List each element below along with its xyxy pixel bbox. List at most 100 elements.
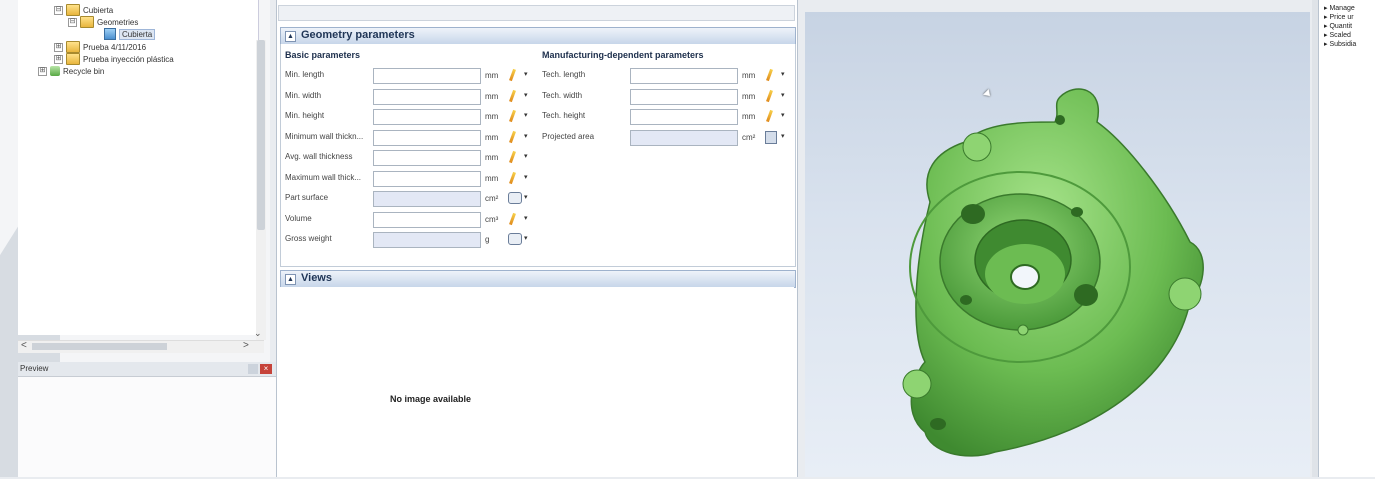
tree-item-label: Geometries bbox=[97, 17, 139, 27]
param-input[interactable] bbox=[373, 129, 481, 146]
tree-vertical-scroll-thumb[interactable] bbox=[257, 40, 265, 230]
edit-pen-icon[interactable] bbox=[508, 90, 517, 102]
part-icon bbox=[104, 28, 116, 40]
edit-pen-icon[interactable] bbox=[508, 69, 517, 81]
scroll-left-icon[interactable]: < bbox=[21, 340, 27, 351]
tree-item-geometries[interactable]: ⊟ Geometries bbox=[68, 16, 138, 28]
dropdown-arrow-icon[interactable]: ▾ bbox=[781, 70, 785, 78]
right-item-quantity[interactable]: ▸ Quantit bbox=[1324, 22, 1374, 30]
edit-pen-icon[interactable] bbox=[508, 131, 517, 143]
edit-pen-icon[interactable] bbox=[508, 110, 517, 122]
right-item-price[interactable]: ▸ Price ur bbox=[1324, 13, 1374, 21]
dropdown-arrow-icon[interactable]: ▾ bbox=[524, 234, 528, 242]
tree-item-recycle-bin[interactable]: ⊞ Recycle bin bbox=[38, 66, 104, 76]
folder-open-icon bbox=[80, 16, 94, 28]
no-image-text: No image available bbox=[390, 394, 472, 404]
dropdown-arrow-icon[interactable]: ▾ bbox=[524, 193, 528, 201]
unit-label: mm bbox=[485, 91, 499, 101]
dropdown-arrow-icon[interactable]: ▾ bbox=[524, 214, 528, 222]
unit-label: cm² bbox=[485, 194, 499, 203]
right-item-subsidiary[interactable]: ▸ Subsidia bbox=[1324, 40, 1374, 48]
right-item-scaled[interactable]: ▸ Scaled bbox=[1324, 31, 1374, 39]
edit-pen-icon[interactable] bbox=[765, 90, 774, 102]
folder-icon bbox=[66, 53, 80, 65]
param-label: Avg. wall thickness bbox=[285, 152, 353, 161]
calculate-icon[interactable] bbox=[508, 233, 522, 245]
collapse-icon[interactable]: ▲ bbox=[285, 31, 296, 42]
param-label: Tech. length bbox=[542, 70, 586, 79]
collapse-icon[interactable]: ⊟ bbox=[54, 5, 63, 15]
top-tab-strip bbox=[278, 5, 795, 21]
pin-icon[interactable] bbox=[248, 364, 258, 374]
calculate-icon[interactable] bbox=[508, 192, 522, 204]
tree-item-prueba-4-11[interactable]: ⊞ Prueba 4/11/2016 bbox=[54, 41, 146, 53]
scroll-down-icon[interactable]: ⌄ bbox=[254, 328, 262, 339]
expand-icon[interactable]: ⊞ bbox=[54, 54, 63, 64]
edit-pen-icon[interactable] bbox=[508, 151, 517, 163]
collapse-icon[interactable]: ▲ bbox=[285, 274, 296, 285]
dropdown-arrow-icon[interactable]: ▾ bbox=[524, 173, 528, 181]
dropdown-arrow-icon[interactable]: ▾ bbox=[524, 91, 528, 99]
param-label: Tech. height bbox=[542, 111, 586, 120]
close-icon[interactable]: × bbox=[260, 364, 272, 374]
geometry-parameters-title: Geometry parameters bbox=[301, 29, 415, 41]
dropdown-arrow-icon[interactable]: ▾ bbox=[781, 132, 785, 140]
unit-label: mm bbox=[485, 132, 499, 142]
param-input[interactable] bbox=[630, 109, 738, 125]
dropdown-arrow-icon[interactable]: ▾ bbox=[781, 91, 785, 99]
tree-item-cubierta-part[interactable]: Cubierta bbox=[104, 28, 156, 40]
unit-label: mm bbox=[742, 112, 756, 121]
param-label: Volume bbox=[285, 213, 312, 223]
edit-pen-icon[interactable] bbox=[508, 213, 517, 225]
param-input[interactable] bbox=[630, 88, 738, 105]
param-input[interactable] bbox=[373, 191, 481, 207]
edit-pen-icon[interactable] bbox=[765, 69, 774, 81]
viewport-top-strip bbox=[805, 0, 1310, 12]
collapse-icon[interactable]: ⊟ bbox=[68, 17, 77, 27]
edit-pen-icon[interactable] bbox=[765, 110, 774, 122]
views-header[interactable]: ▲ Views bbox=[280, 270, 796, 288]
views-body bbox=[280, 287, 794, 477]
right-item-manage[interactable]: ▸ Manage bbox=[1324, 4, 1374, 12]
tree-item-cubierta[interactable]: ⊟ Cubierta bbox=[54, 4, 113, 16]
tree-item-prueba-inyeccion[interactable]: ⊞ Prueba inyección plástica bbox=[54, 53, 174, 65]
unit-label: cm³ bbox=[485, 214, 499, 224]
edit-pen-icon[interactable] bbox=[508, 172, 517, 184]
3d-viewport[interactable] bbox=[805, 12, 1310, 477]
recycle-bin-icon bbox=[50, 66, 60, 76]
folder-icon bbox=[66, 41, 80, 53]
param-input[interactable] bbox=[630, 68, 738, 84]
folder-icon bbox=[66, 4, 80, 16]
geometry-parameters-header[interactable]: ▲ Geometry parameters bbox=[280, 27, 796, 45]
param-input[interactable] bbox=[373, 211, 481, 228]
param-label: Min. length bbox=[285, 70, 325, 79]
param-input[interactable] bbox=[373, 232, 481, 248]
dropdown-arrow-icon[interactable]: ▾ bbox=[524, 132, 528, 140]
param-input[interactable] bbox=[373, 170, 481, 187]
unit-label: mm bbox=[485, 71, 499, 80]
param-label: Maximum wall thick... bbox=[285, 172, 362, 182]
param-label: Projected area bbox=[542, 131, 595, 141]
dropdown-arrow-icon[interactable]: ▾ bbox=[781, 111, 785, 119]
dropdown-arrow-icon[interactable]: ▾ bbox=[524, 111, 528, 119]
scroll-right-icon[interactable]: > bbox=[243, 340, 249, 351]
param-input[interactable] bbox=[373, 88, 481, 105]
expand-icon[interactable]: ⊞ bbox=[38, 66, 47, 76]
dropdown-arrow-icon[interactable]: ▾ bbox=[524, 70, 528, 78]
param-label: Tech. width bbox=[542, 90, 583, 100]
param-input[interactable] bbox=[630, 129, 738, 146]
unit-label: g bbox=[485, 235, 490, 244]
basic-parameters-title: Basic parameters bbox=[285, 50, 361, 60]
tree-horizontal-scroll-thumb[interactable] bbox=[32, 343, 167, 350]
project-tree[interactable]: ⊟ Cubierta ⊟ Geometries Cubierta ⊞ Prueb… bbox=[18, 0, 259, 335]
param-input[interactable] bbox=[373, 68, 481, 84]
manufacturing-parameters-title: Manufacturing-dependent parameters bbox=[542, 50, 704, 60]
tree-item-label: Cubierta bbox=[83, 5, 114, 15]
expand-icon[interactable]: ⊞ bbox=[54, 42, 63, 52]
param-input[interactable] bbox=[373, 109, 481, 125]
dropdown-arrow-icon[interactable]: ▾ bbox=[524, 152, 528, 160]
param-input[interactable] bbox=[373, 150, 481, 166]
unit-label: mm bbox=[485, 153, 499, 162]
calculator-icon[interactable] bbox=[765, 130, 777, 144]
preview-area bbox=[18, 377, 276, 477]
